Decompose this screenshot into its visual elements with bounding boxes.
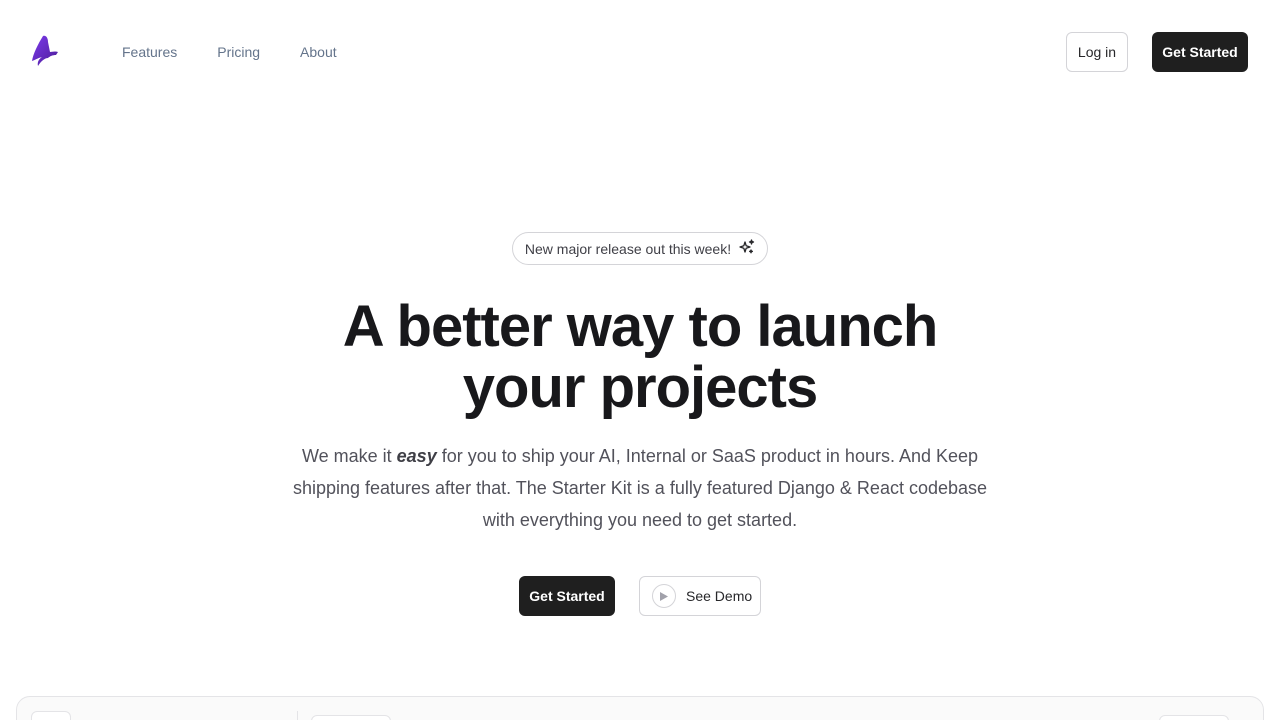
nav-link-about[interactable]: About	[300, 43, 337, 61]
preview-tab	[311, 715, 391, 720]
hero-subtitle: We make it easy for you to ship your AI,…	[290, 440, 990, 536]
preview-action	[1159, 715, 1229, 720]
nav-link-pricing[interactable]: Pricing	[217, 43, 260, 61]
product-preview-toolbar	[31, 711, 1249, 720]
release-badge[interactable]: New major release out this week!	[512, 232, 768, 265]
preview-divider	[297, 711, 298, 720]
nav-links: Features Pricing About	[122, 43, 337, 61]
play-icon	[652, 584, 676, 608]
hero-headline: A better way to launch your projects	[240, 296, 1040, 418]
hero-get-started-button[interactable]: Get Started	[519, 576, 615, 616]
brand-logo-icon[interactable]	[30, 34, 60, 68]
see-demo-button[interactable]: See Demo	[639, 576, 761, 616]
hero-headline-line1: A better way to launch	[342, 294, 939, 359]
preview-sidebar-toggle	[31, 711, 71, 720]
release-badge-text: New major release out this week!	[524, 240, 732, 257]
login-button[interactable]: Log in	[1066, 32, 1128, 72]
top-navigation: Features Pricing About Log in Get Starte…	[0, 0, 1280, 104]
hero-subtitle-pre: We make it	[301, 446, 397, 466]
product-preview-frame	[16, 696, 1264, 720]
hero-headline-line2: your projects	[462, 355, 818, 420]
nav-get-started-button[interactable]: Get Started	[1152, 32, 1248, 72]
nav-link-features[interactable]: Features	[122, 43, 177, 61]
sparkles-icon	[739, 239, 755, 258]
see-demo-label: See Demo	[686, 588, 753, 604]
hero-subtitle-emphasis: easy	[396, 446, 437, 466]
